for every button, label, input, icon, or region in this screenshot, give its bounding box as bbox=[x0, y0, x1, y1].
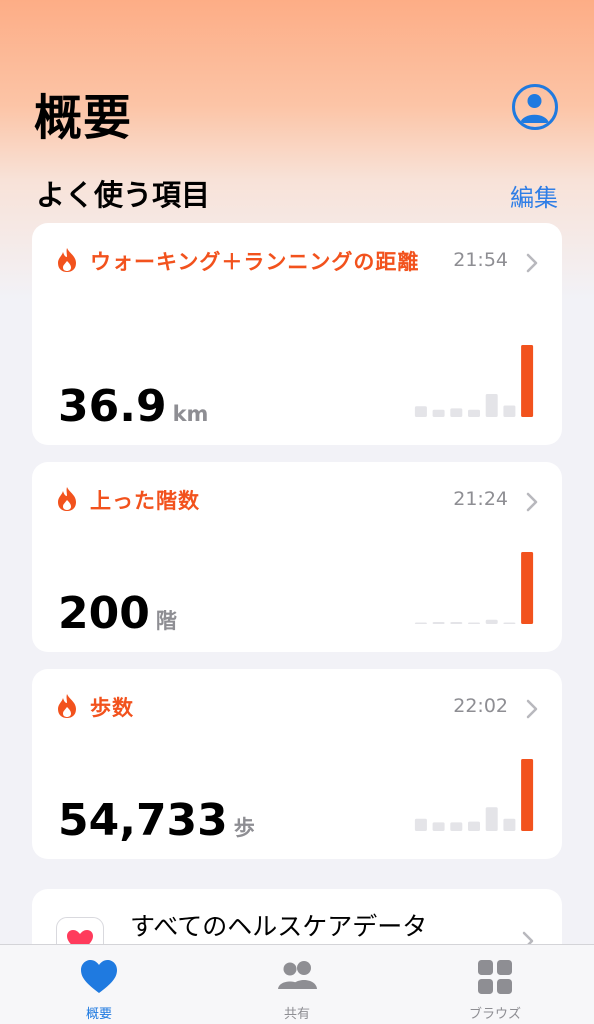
flame-icon bbox=[58, 487, 76, 511]
flame-icon bbox=[58, 694, 76, 718]
chart-bar bbox=[521, 345, 534, 417]
tab-sharing[interactable]: 共有 bbox=[198, 945, 396, 1024]
card-value: 36.9 bbox=[58, 381, 167, 432]
chart-bar bbox=[485, 619, 498, 624]
chart-bar bbox=[521, 552, 534, 624]
card-timestamp: 22:02 bbox=[453, 695, 508, 717]
favorite-card-distance[interactable]: ウォーキング＋ランニングの距離 21:54 36.9 km bbox=[32, 223, 562, 445]
favorites-title: よく使う項目 bbox=[36, 178, 211, 212]
card-value: 54,733 bbox=[58, 795, 228, 846]
card-unit: 歩 bbox=[233, 816, 255, 840]
chart-bar bbox=[450, 822, 463, 831]
chevron-right-icon bbox=[526, 492, 538, 512]
chart-bar bbox=[432, 622, 445, 624]
chart-bar bbox=[521, 759, 534, 831]
people-icon bbox=[278, 961, 317, 989]
grid-icon bbox=[478, 960, 512, 994]
card-title: 歩数 bbox=[90, 696, 134, 720]
profile-button[interactable] bbox=[512, 84, 558, 130]
chart-bar bbox=[485, 807, 498, 831]
heart-icon bbox=[81, 960, 117, 993]
flame-icon bbox=[58, 248, 76, 272]
chevron-right-icon bbox=[526, 699, 538, 719]
tab-label: ブラウズ bbox=[468, 1007, 521, 1022]
card-value-row: 36.9 km bbox=[58, 381, 208, 432]
chart-bar bbox=[450, 408, 463, 417]
chart-bar bbox=[468, 622, 480, 624]
chart-bar bbox=[468, 821, 480, 831]
favorite-card-steps[interactable]: 歩数 22:02 54,733 歩 bbox=[32, 669, 562, 859]
chart-bar bbox=[414, 622, 427, 624]
person-icon bbox=[520, 94, 549, 123]
chart-bar bbox=[414, 818, 427, 831]
chart-bar bbox=[414, 406, 427, 417]
mini-bar-chart bbox=[414, 552, 534, 624]
tab-browse[interactable]: ブラウズ bbox=[396, 945, 594, 1024]
chart-bar bbox=[468, 409, 480, 417]
edit-button[interactable]: 編集 bbox=[510, 178, 558, 213]
chart-bar bbox=[503, 405, 516, 417]
favorites-header: よく使う項目 編集 bbox=[36, 172, 558, 212]
card-timestamp: 21:54 bbox=[453, 249, 508, 271]
chart-bar bbox=[503, 818, 516, 831]
tab-summary[interactable]: 概要 bbox=[0, 945, 198, 1024]
card-unit: km bbox=[172, 402, 209, 426]
chart-bar bbox=[432, 409, 445, 417]
mini-bar-chart bbox=[414, 759, 534, 831]
chart-bar bbox=[432, 822, 445, 831]
card-unit: 階 bbox=[155, 609, 177, 633]
tab-label: 共有 bbox=[283, 1007, 310, 1022]
mini-bar-chart bbox=[414, 345, 534, 417]
card-title: ウォーキング＋ランニングの距離 bbox=[90, 250, 420, 274]
card-value-row: 54,733 歩 bbox=[58, 795, 255, 846]
page-title: 概要 bbox=[34, 90, 133, 146]
card-title: 上った階数 bbox=[90, 489, 200, 513]
tab-bar: 概要 共有 ブラウズ bbox=[0, 944, 594, 1024]
header: 概要 bbox=[34, 78, 560, 146]
tab-label: 概要 bbox=[85, 1007, 112, 1022]
all-health-data-label: すべてのヘルスケアデータ bbox=[130, 912, 428, 941]
chart-bar bbox=[450, 622, 463, 624]
card-value: 200 bbox=[58, 588, 150, 639]
card-timestamp: 21:24 bbox=[453, 488, 508, 510]
favorite-card-flights[interactable]: 上った階数 21:24 200 階 bbox=[32, 462, 562, 652]
card-value-row: 200 階 bbox=[58, 588, 177, 639]
chart-bar bbox=[503, 622, 516, 624]
chevron-right-icon bbox=[526, 253, 538, 273]
chart-bar bbox=[485, 394, 498, 417]
